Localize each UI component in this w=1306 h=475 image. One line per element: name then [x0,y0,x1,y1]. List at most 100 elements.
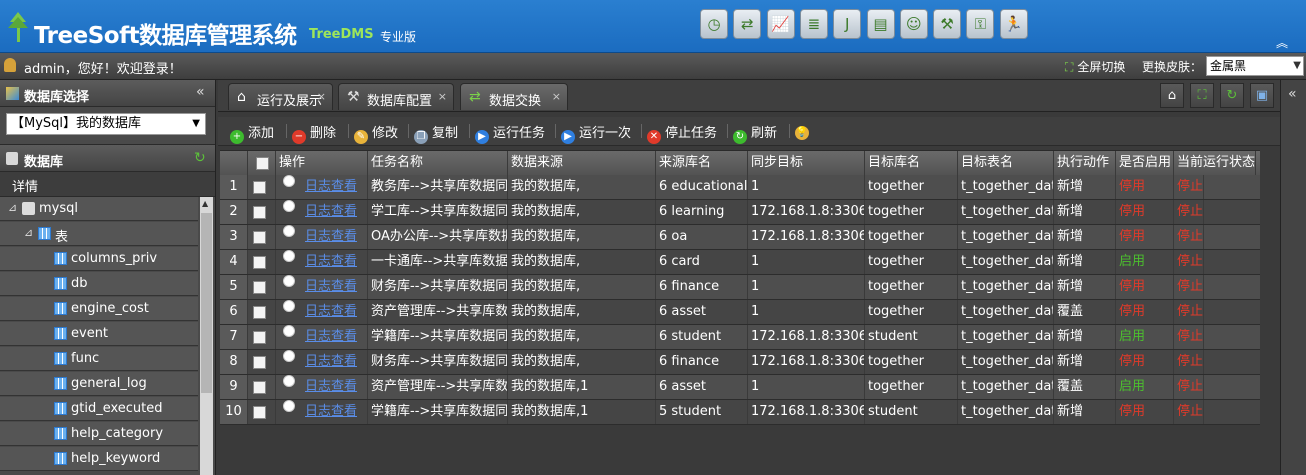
row-checkbox-cell[interactable] [248,400,276,424]
table-row[interactable]: 10 日志查看 学籍库-->共享库数据同步 我的数据库,1 5 student 172.1… [220,400,1260,425]
view-log-link[interactable]: 日志查看 [305,379,357,394]
select-all-checkbox[interactable] [256,157,269,170]
table-row[interactable]: 1 日志查看 教务库-->共享库数据同步 我的数据库, 6 educational 1 to… [220,175,1260,200]
select-all-checkbox-cell[interactable] [248,151,276,175]
row-checkbox[interactable] [253,381,266,394]
chart-icon[interactable]: 📈 [766,9,795,39]
tree-item[interactable]: db [0,272,198,296]
transfer-icon[interactable]: ⇄ [733,9,762,39]
close-icon[interactable]: × [552,90,561,103]
database-select[interactable]: 【MySql】我的数据库 ▼ [6,113,206,135]
right-collapse-bar[interactable]: « [1280,80,1306,475]
column-header[interactable]: 执行动作 [1054,151,1116,175]
tools-icon[interactable]: ⚒ [933,9,962,39]
row-checkbox-cell[interactable] [248,325,276,349]
tree-item[interactable]: help_keyword [0,447,198,471]
table-row[interactable]: 9 日志查看 资产管理库-->共享库数据 我的数据库,1 6 asset 1 togethe… [220,375,1260,400]
row-checkbox-cell[interactable] [248,300,276,324]
column-header[interactable]: 是否启用 [1116,151,1174,175]
column-header[interactable]: 来源库名 [656,151,748,175]
window-icon[interactable]: ▣ [1250,83,1274,108]
maximize-icon[interactable]: ⛶ [1190,83,1214,108]
collapse-header-icon[interactable]: ︽ [1276,34,1288,51]
view-log-link[interactable]: 日志查看 [305,229,357,244]
row-checkbox-cell[interactable] [248,175,276,199]
clock-icon[interactable]: ◷ [700,9,728,39]
row-checkbox[interactable] [253,181,266,194]
copy-button[interactable]: ❐ 复制 [414,122,458,144]
refresh-icon[interactable]: ↻ [1220,83,1244,108]
tab-0[interactable]: ⌂ 运行及展示 × [228,83,333,110]
database-icon[interactable]: ≣ [799,9,828,39]
row-checkbox[interactable] [253,306,266,319]
view-log-link[interactable]: 日志查看 [305,204,357,219]
tree-item[interactable]: event [0,322,198,346]
run-once-button[interactable]: ▶ 运行一次 [561,122,631,144]
exit-icon[interactable]: 🏃 [999,9,1028,39]
row-checkbox[interactable] [253,206,266,219]
table-row[interactable]: 5 日志查看 财务库-->共享库数据同步 我的数据库, 6 finance 1 togeth… [220,275,1260,300]
tree-item[interactable]: gtid_executed [0,397,198,421]
refresh-button[interactable]: ↻ 刷新 [733,122,777,144]
table-row[interactable]: 4 日志查看 一卡通库-->共享库数据同 我的数据库, 6 card 1 together t… [220,250,1260,275]
view-log-link[interactable]: 日志查看 [305,404,357,419]
column-header[interactable]: 当前运行状态 [1174,151,1257,175]
tab-2[interactable]: ⇄ 数据交换 × [460,83,568,110]
expand-toggle-icon[interactable]: ⊿ [24,226,33,239]
column-header[interactable]: 操作 [276,151,368,175]
row-checkbox-cell[interactable] [248,225,276,249]
row-checkbox[interactable] [253,281,266,294]
collapse-right-icon[interactable]: « [1288,86,1297,102]
row-checkbox[interactable] [253,231,266,244]
log-icon[interactable]: ▤ [866,9,895,39]
detail-item[interactable]: 详情 [0,172,215,197]
row-checkbox-cell[interactable] [248,250,276,274]
row-checkbox[interactable] [253,356,266,369]
view-log-link[interactable]: 日志查看 [305,279,357,294]
table-row[interactable]: 7 日志查看 学籍库-->共享库数据同步 我的数据库, 6 student 172.168… [220,325,1260,350]
row-checkbox[interactable] [253,256,266,269]
row-checkbox-cell[interactable] [248,200,276,224]
view-log-link[interactable]: 日志查看 [305,329,357,344]
table-row[interactable]: 6 日志查看 资产管理库-->共享库数据 我的数据库, 6 asset 1 together… [220,300,1260,325]
table-row[interactable]: 3 日志查看 OA办公库-->共享库数据 我的数据库, 6 oa 172.168.1.8:… [220,225,1260,250]
tree-item[interactable]: ⊿ mysql [0,197,198,221]
collapse-sidebar-icon[interactable]: « [196,84,205,100]
column-header[interactable]: 任务名称 [368,151,508,175]
tree-item[interactable]: help_category [0,422,198,446]
tree-item[interactable]: ⊿ 表 [0,222,198,246]
row-checkbox[interactable] [253,331,266,344]
view-log-link[interactable]: 日志查看 [305,254,357,269]
tree-item[interactable]: func [0,347,198,371]
close-icon[interactable]: × [317,90,326,103]
table-row[interactable]: 2 日志查看 学工库-->共享库数据同步 我的数据库, 6 learning 172.16… [220,200,1260,225]
column-header[interactable]: 目标库名 [865,151,958,175]
column-header[interactable]: 数据来源 [508,151,656,175]
user-icon[interactable]: ☺ [899,9,928,39]
row-checkbox[interactable] [253,406,266,419]
view-log-link[interactable]: 日志查看 [305,304,357,319]
table-row[interactable]: 8 日志查看 财务库-->共享库数据同步 我的数据库, 6 finance 172.168… [220,350,1260,375]
row-checkbox-cell[interactable] [248,350,276,374]
delete-button[interactable]: − 删除 [292,122,336,144]
refresh-icon[interactable]: ↻ [194,150,206,166]
tree-item[interactable]: engine_cost [0,297,198,321]
scroll-up-icon[interactable]: ▲ [202,199,208,208]
tree-item[interactable]: general_log [0,372,198,396]
expand-toggle-icon[interactable]: ⊿ [8,201,17,214]
java-icon[interactable]: J [833,9,862,39]
add-button[interactable]: + 添加 [230,122,274,144]
skin-select[interactable]: 金属黑 ▼ [1206,56,1304,76]
sidebar-scrollbar[interactable]: ▲ [200,197,213,475]
view-log-link[interactable]: 日志查看 [305,179,357,194]
edit-button[interactable]: ✎ 修改 [354,122,398,144]
tree-item[interactable]: columns_priv [0,247,198,271]
key-icon[interactable]: ⚿ [966,9,995,39]
column-header[interactable]: 目标表名 [958,151,1054,175]
column-header[interactable]: 同步目标 [748,151,865,175]
close-icon[interactable]: × [438,90,447,103]
scrollbar-thumb[interactable] [201,213,212,393]
view-log-link[interactable]: 日志查看 [305,354,357,369]
help-button[interactable]: 💡 [795,122,813,140]
run-button[interactable]: ▶ 运行任务 [475,122,545,144]
